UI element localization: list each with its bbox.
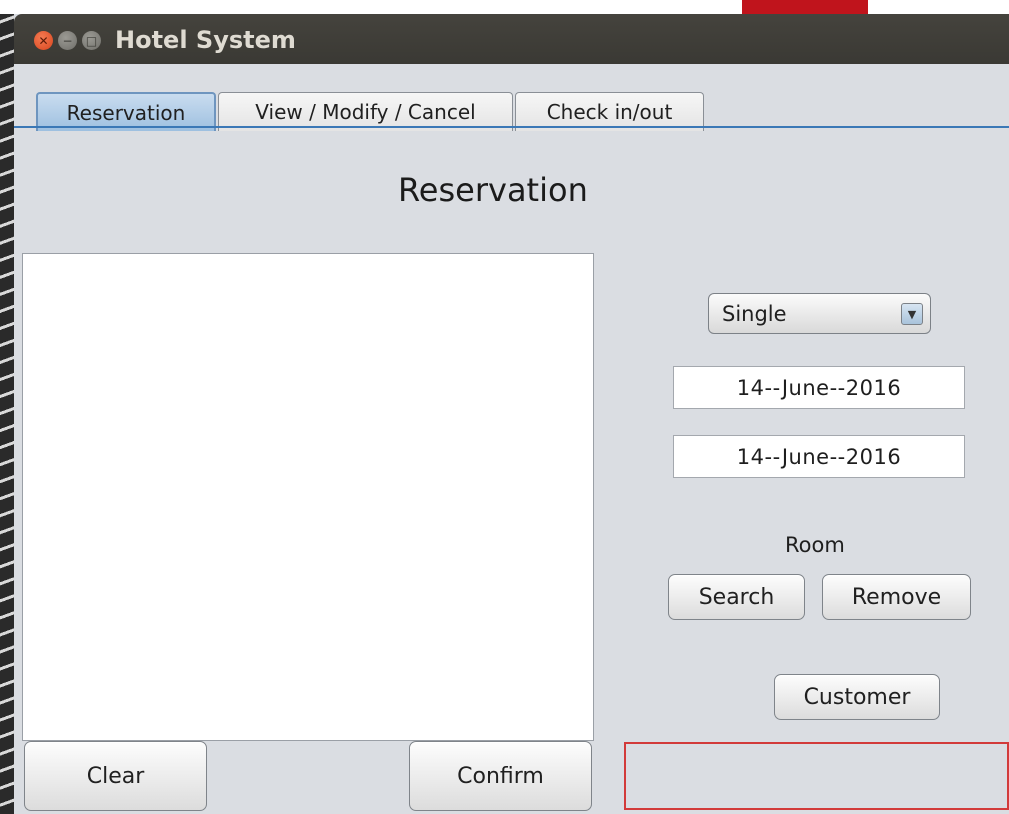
window-title: Hotel System: [115, 26, 296, 54]
titlebar: ✕ − □ Hotel System: [14, 14, 1009, 64]
page-title: Reservation: [398, 171, 588, 209]
room-label: Room: [785, 533, 845, 557]
background-red-bar: [742, 0, 868, 14]
check-out-date-field[interactable]: 14--June--2016: [673, 435, 965, 478]
customer-button[interactable]: Customer: [774, 674, 940, 720]
minimize-icon[interactable]: −: [58, 31, 77, 50]
tab-divider: [14, 126, 1009, 128]
close-icon[interactable]: ✕: [34, 31, 53, 50]
chevron-down-icon[interactable]: ▼: [901, 303, 923, 325]
check-in-date-field[interactable]: 14--June--2016: [673, 366, 965, 409]
rooms-list[interactable]: [22, 253, 594, 741]
clear-button[interactable]: Clear: [24, 741, 207, 811]
background-strip: [0, 0, 1009, 14]
remove-button[interactable]: Remove: [822, 574, 971, 620]
tab-bar: Reservation View / Modify / Cancel Check…: [14, 64, 1009, 131]
search-button[interactable]: Search: [668, 574, 805, 620]
status-message-box: [624, 742, 1009, 810]
maximize-icon[interactable]: □: [82, 31, 101, 50]
confirm-button[interactable]: Confirm: [409, 741, 592, 811]
room-type-select[interactable]: Single ▼: [708, 293, 931, 334]
hotel-system-window: ✕ − □ Hotel System Reservation View / Mo…: [14, 14, 1009, 814]
room-type-value: Single: [722, 302, 787, 326]
